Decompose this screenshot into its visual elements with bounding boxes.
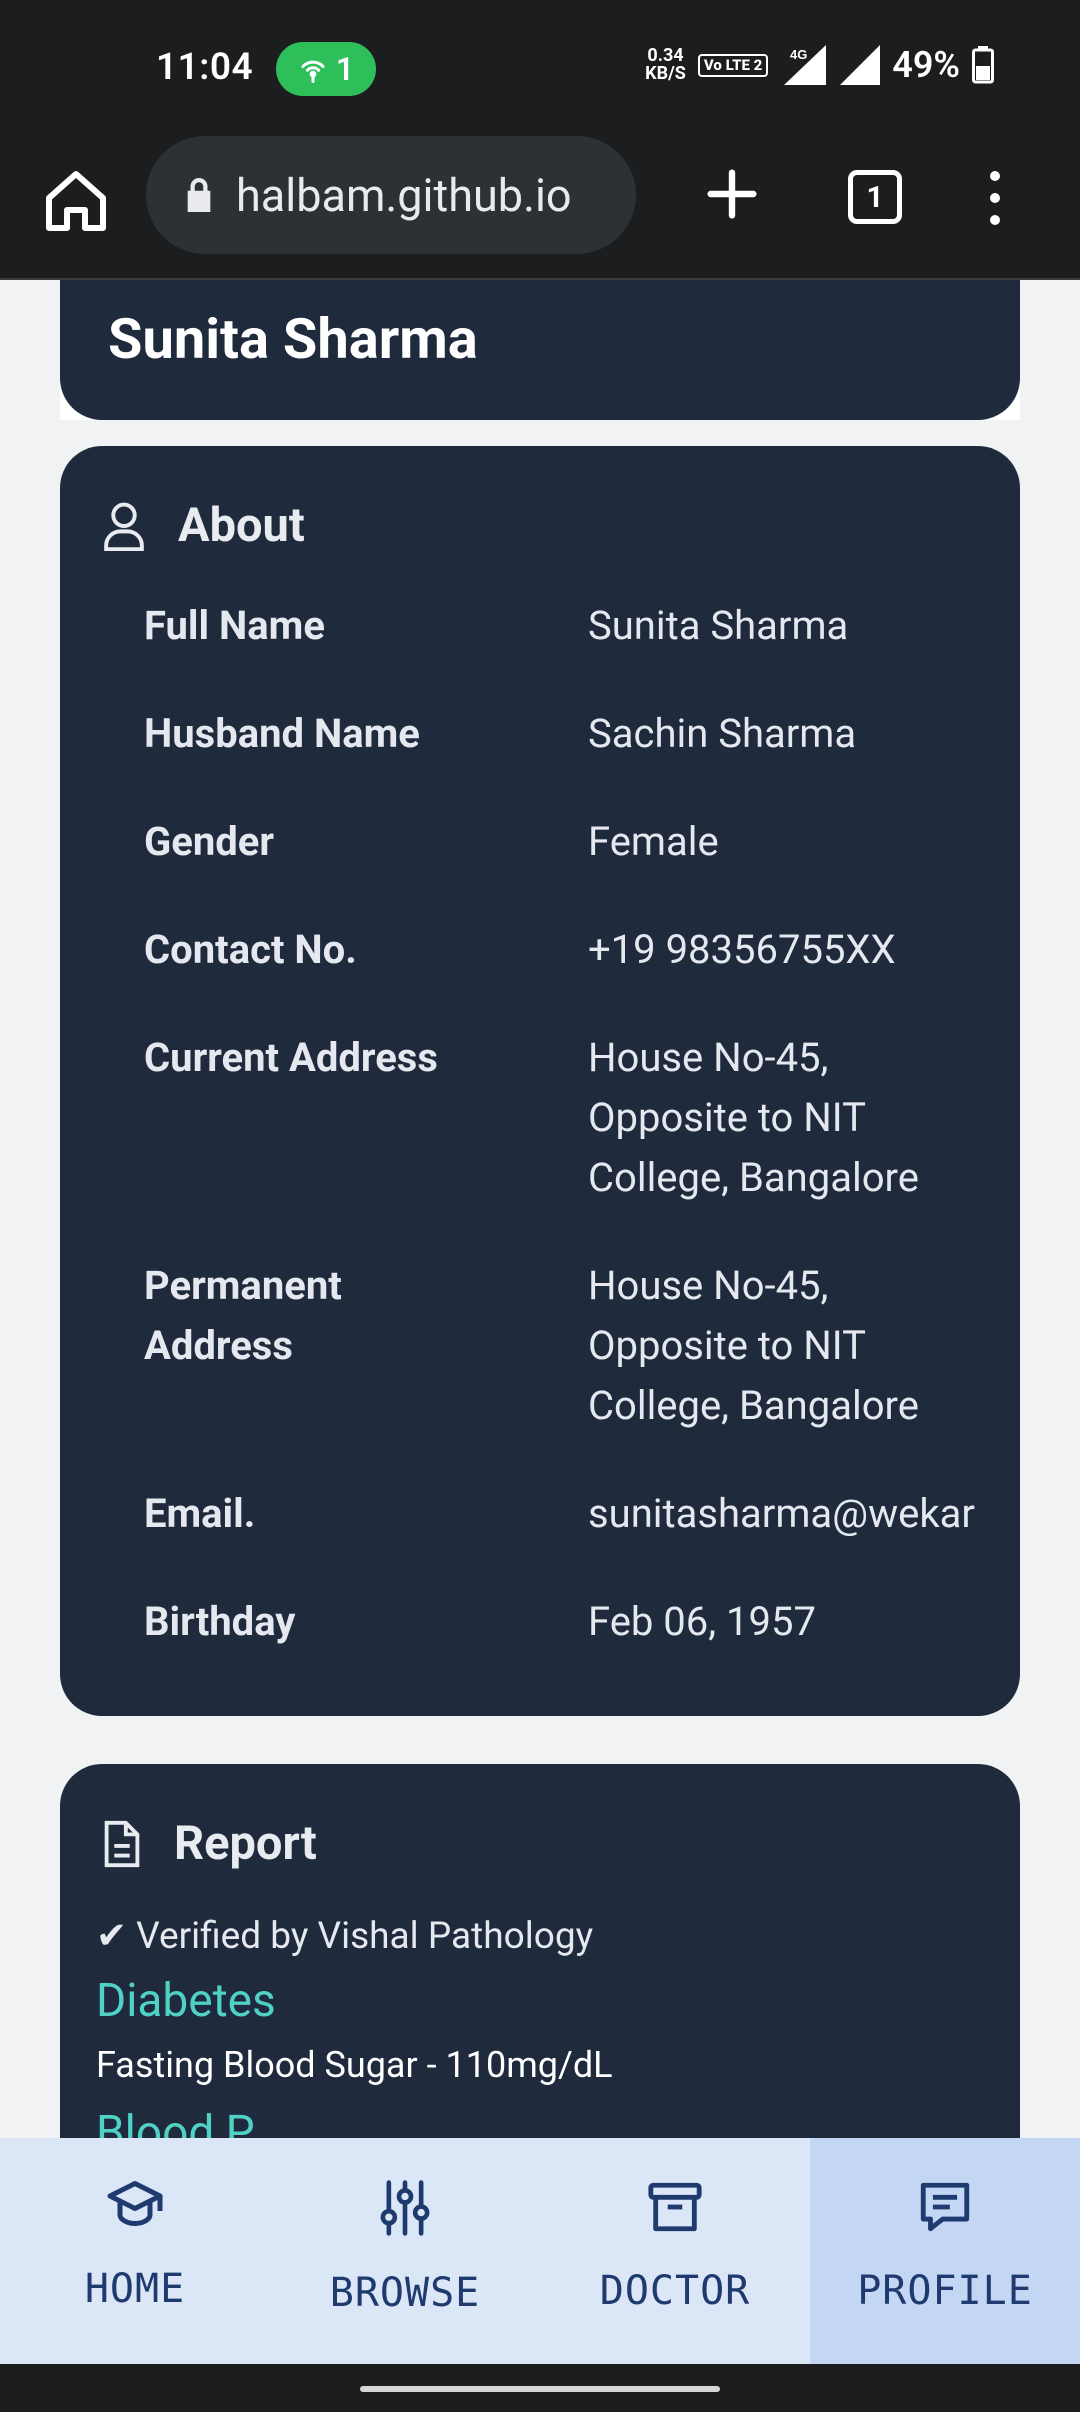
tab-switcher-button[interactable]: 1 [848,170,902,224]
condition-detail: Fasting Blood Sugar - 110mg/dL [96,2044,613,2086]
nav-profile[interactable]: PROFILE [810,2138,1080,2364]
row-value: sunitasharma@wekar [588,1490,975,1537]
signal-4g-icon: 4G [784,45,827,85]
condition-name[interactable]: Blood P [96,2106,255,2140]
nav-browse[interactable]: BROWSE [270,2138,540,2364]
row-label: Full Name [144,602,325,649]
about-row-birthday: Birthday Feb 06, 1957 [144,1592,994,1652]
nav-label: BROWSE [329,2270,481,2316]
home-icon[interactable] [40,165,112,237]
row-value: House No-45, Opposite to NIT College, Ba… [588,1262,919,1429]
profile-name-card: Sunita Sharma [60,280,1020,420]
url-text: halbam.github.io [236,168,572,222]
about-card: About Full Name Sunita Sharma Husband Na… [60,446,1020,1716]
document-icon [104,1820,140,1867]
page-content: Sunita Sharma About Full Name Sunita Sha… [0,280,1080,2140]
status-time: 11:04 [156,46,254,89]
status-bar: 11:04 1 0.34 KB/S Vo LTE 2 4G 49% [0,0,1080,140]
about-row-contact: Contact No. +19 98356755XX [144,920,994,980]
about-row-email: Email. sunitasharma@wekar [144,1484,994,1544]
nav-label: HOME [84,2266,186,2312]
about-header: About [102,498,305,553]
hotspot-indicator: 1 [276,42,376,96]
volte-badge: Vo LTE 2 [697,53,769,77]
gesture-handle[interactable] [360,2386,720,2392]
address-bar[interactable]: halbam.github.io [146,136,636,254]
about-row-permanent-address: Permanent Address House No-45, Opposite … [144,1256,994,1436]
report-card: Report ✔ Verified by Vishal Pathology Di… [60,1764,1020,2140]
report-header: Report [102,1816,317,1871]
row-label: Gender [144,818,275,865]
graduation-cap-icon [107,2181,163,2226]
condition-name[interactable]: Diabetes [96,1974,276,2028]
user-icon [104,502,144,551]
hotspot-icon [301,60,325,83]
nav-label: DOCTOR [599,2268,751,2314]
profile-name: Sunita Sharma [108,306,478,372]
row-value: Feb 06, 1957 [588,1598,816,1645]
row-label: Contact No. [144,926,357,973]
bottom-nav: HOME BROWSE DOCTOR PROFILE [0,2138,1080,2364]
row-value: +19 98356755XX [588,926,896,973]
row-value: Sunita Sharma [588,602,849,649]
nav-doctor[interactable]: DOCTOR [540,2138,810,2364]
battery-icon [972,46,994,84]
row-label: Email. [144,1490,256,1537]
verified-note: ✔ Verified by Vishal Pathology [96,1915,594,1958]
new-tab-icon[interactable] [700,162,764,226]
network-speed: 0.34 KB/S [645,47,686,83]
archive-box-icon [648,2182,702,2232]
row-label: Permanent Address [144,1262,342,1369]
speed-unit: KB/S [645,63,686,84]
row-label: Current Address [144,1034,438,1081]
lock-icon [187,178,211,212]
row-label: Birthday [144,1598,296,1645]
about-row-current-address: Current Address House No-45, Opposite to… [144,1028,994,1208]
report-title: Report [174,1816,317,1871]
about-rows: Full Name Sunita Sharma Husband Name Sac… [144,596,994,1700]
nav-home[interactable]: HOME [0,2138,270,2364]
browser-toolbar: halbam.github.io 1 [0,136,1080,280]
row-value: Sachin Sharma [588,710,857,757]
sliders-icon [380,2180,430,2236]
signal-icon [840,45,881,85]
battery-percent: 49% [892,44,960,86]
about-row-husband-name: Husband Name Sachin Sharma [144,704,994,764]
about-row-full-name: Full Name Sunita Sharma [144,596,994,656]
hotspot-count: 1 [335,50,355,88]
row-label: Husband Name [144,710,420,757]
about-row-gender: Gender Female [144,812,994,872]
more-options-icon[interactable] [980,166,1010,230]
message-icon [920,2182,970,2232]
row-value: House No-45, Opposite to NIT College, Ba… [588,1034,919,1201]
row-value: Female [588,818,719,865]
about-title: About [178,498,305,553]
nav-label: PROFILE [857,2268,1033,2314]
gesture-bar [0,2364,1080,2412]
network-type: 4G [790,47,807,62]
